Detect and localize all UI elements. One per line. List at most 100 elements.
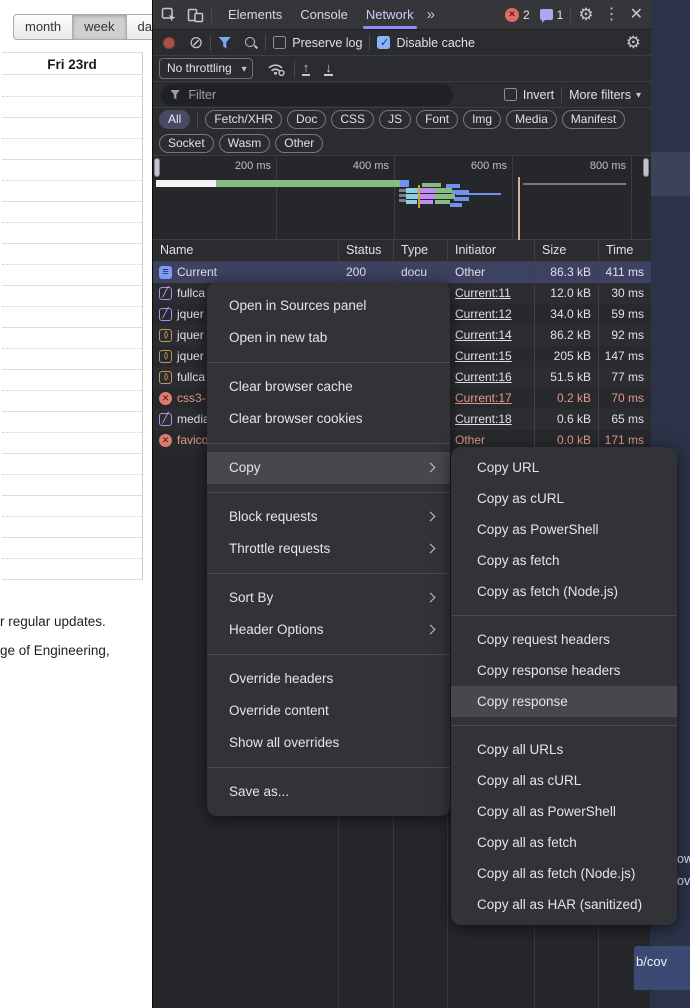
chip-font[interactable]: Font [416,110,458,129]
initiator-link[interactable]: Current:15 [455,349,512,363]
calendar-slot[interactable] [2,286,142,328]
menu-item-copy-as-curl[interactable]: Copy as cURL [451,483,677,514]
disable-cache-checkbox[interactable] [377,36,390,49]
network-conditions-icon[interactable] [267,61,287,77]
chip-fetch-xhr[interactable]: Fetch/XHR [205,110,282,129]
initiator-link[interactable]: Current:12 [455,307,512,321]
menu-item-copy-as-powershell[interactable]: Copy as PowerShell [451,514,677,545]
network-settings-gear-icon[interactable]: ⚙ [626,34,641,51]
filter-input[interactable] [186,87,444,103]
export-har-icon[interactable]: ↓ [324,61,333,77]
calendar-slot[interactable] [2,202,142,244]
column-header-status[interactable]: Status [338,240,393,261]
calendar-slot[interactable] [2,496,142,538]
menu-item-copy-all-as-fetch-nodejs[interactable]: Copy all as fetch (Node.js) [451,858,677,889]
chip-js[interactable]: JS [379,110,411,129]
calendar-slot[interactable] [2,76,142,118]
chip-all[interactable]: All [159,110,190,129]
menu-item-show-all-overrides[interactable]: Show all overrides [207,727,450,759]
overview-right-grip[interactable] [643,158,649,177]
tab-console[interactable]: Console [291,0,357,30]
chip-media[interactable]: Media [506,110,557,129]
import-har-icon[interactable]: ↑ [302,61,311,77]
close-icon[interactable]: ✕ [630,7,643,23]
menu-item-open-in-sources-panel[interactable]: Open in Sources panel [207,290,450,322]
kebab-menu-icon[interactable]: ⋮ [594,7,630,23]
error-icon: ✕ [159,434,172,447]
column-header-name[interactable]: Name [153,240,338,261]
filter-funnel-icon[interactable] [218,37,231,49]
calendar-slot[interactable] [2,328,142,370]
menu-item-block-requests[interactable]: Block requests [207,501,450,533]
calendar-slot[interactable] [2,538,142,580]
waterfall-bar [420,194,435,199]
menu-item-header-options[interactable]: Header Options [207,614,450,646]
settings-gear-icon[interactable]: ⚙ [578,6,593,23]
record-button[interactable] [163,37,175,49]
throttling-select[interactable]: No throttling ▾ [159,58,253,79]
calendar-slot[interactable] [2,370,142,412]
search-icon[interactable] [244,36,258,50]
menu-item-clear-browser-cookies[interactable]: Clear browser cookies [207,403,450,435]
chevron-down-icon[interactable]: ▾ [636,91,641,101]
menu-item-copy[interactable]: Copy [207,452,450,484]
menu-item-copy-all-as-curl[interactable]: Copy all as cURL [451,765,677,796]
menu-item-open-in-new-tab[interactable]: Open in new tab [207,322,450,354]
network-overview[interactable]: 200 ms 400 ms 600 ms 800 ms [153,156,651,240]
inspect-icon[interactable] [161,7,177,23]
column-header-type[interactable]: Type [393,240,447,261]
calendar-slot[interactable] [2,118,142,160]
initiator-link[interactable]: Current:17 [455,391,512,405]
column-header-size[interactable]: Size [534,240,598,261]
menu-item-copy-all-as-fetch[interactable]: Copy all as fetch [451,827,677,858]
chip-css[interactable]: CSS [331,110,374,129]
table-row[interactable]: ≡Current 200 docu Other 86.3 kB 411 ms [153,262,651,283]
menu-item-copy-response-headers[interactable]: Copy response headers [451,655,677,686]
menu-item-copy-response[interactable]: Copy response [451,686,677,717]
menu-item-copy-all-urls[interactable]: Copy all URLs [451,734,677,765]
chip-manifest[interactable]: Manifest [562,110,625,129]
overview-left-grip[interactable] [154,158,160,177]
menu-item-sort-by[interactable]: Sort By [207,582,450,614]
menu-item-override-content[interactable]: Override content [207,695,450,727]
chip-doc[interactable]: Doc [287,110,326,129]
more-tabs-icon[interactable]: » [423,6,439,23]
more-filters-button[interactable]: More filters [569,88,631,102]
chip-img[interactable]: Img [463,110,501,129]
error-count[interactable]: 2 [523,8,530,22]
calendar-slot[interactable] [2,412,142,454]
issues-icon[interactable] [540,9,553,20]
menu-item-save-as[interactable]: Save as... [207,776,450,808]
menu-item-copy-request-headers[interactable]: Copy request headers [451,624,677,655]
menu-item-copy-all-as-har-sanitized[interactable]: Copy all as HAR (sanitized) [451,889,677,920]
calendar-slot[interactable] [2,454,142,496]
week-button[interactable]: week [72,14,126,40]
column-header-time[interactable]: Time [598,240,651,261]
invert-checkbox[interactable] [504,88,517,101]
issues-count[interactable]: 1 [557,8,564,22]
tab-network[interactable]: Network [357,0,423,30]
menu-item-copy-all-as-powershell[interactable]: Copy all as PowerShell [451,796,677,827]
error-badge-icon[interactable]: ✕ [505,8,519,22]
initiator-link[interactable]: Current:16 [455,370,512,384]
device-toolbar-icon[interactable] [187,7,204,23]
calendar-slot[interactable] [2,160,142,202]
menu-item-throttle-requests[interactable]: Throttle requests [207,533,450,565]
initiator-link[interactable]: Current:18 [455,412,512,426]
chip-wasm[interactable]: Wasm [219,134,271,153]
calendar-slot[interactable] [2,244,142,286]
clear-icon[interactable]: ⊘ [189,34,203,51]
chip-socket[interactable]: Socket [159,134,214,153]
menu-item-copy-as-fetch[interactable]: Copy as fetch [451,545,677,576]
initiator-link[interactable]: Current:11 [455,286,511,300]
month-button[interactable]: month [13,14,73,40]
column-header-initiator[interactable]: Initiator [447,240,534,261]
tab-elements[interactable]: Elements [219,0,291,30]
initiator-link[interactable]: Current:14 [455,328,512,342]
chip-other[interactable]: Other [275,134,323,153]
menu-item-copy-url[interactable]: Copy URL [451,452,677,483]
menu-item-clear-browser-cache[interactable]: Clear browser cache [207,371,450,403]
preserve-log-checkbox[interactable] [273,36,286,49]
menu-item-override-headers[interactable]: Override headers [207,663,450,695]
menu-item-copy-as-fetch-nodejs[interactable]: Copy as fetch (Node.js) [451,576,677,607]
